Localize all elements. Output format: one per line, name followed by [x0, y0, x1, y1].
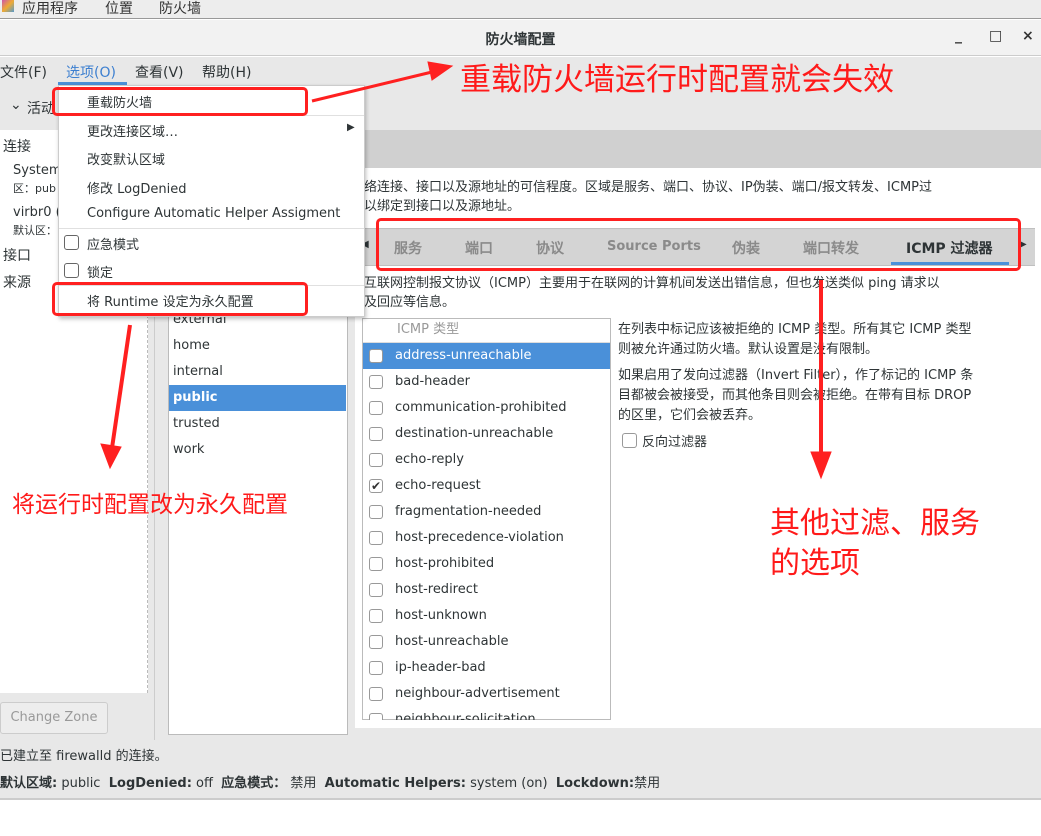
- arrow-head: [427, 61, 454, 81]
- arrow-head: [810, 451, 832, 480]
- arrow-line: [311, 70, 433, 103]
- annotation-text: 的选项: [770, 546, 860, 581]
- arrow-head: [100, 443, 122, 470]
- annotation-text: 重载防火墙运行时配置就会失效: [460, 62, 894, 98]
- annotation-text: 其他过滤、服务: [770, 506, 980, 541]
- annotation-text: 将运行时配置改为永久配置: [12, 492, 288, 518]
- arrow-line: [110, 324, 132, 449]
- annotation-arrows: [100, 61, 832, 480]
